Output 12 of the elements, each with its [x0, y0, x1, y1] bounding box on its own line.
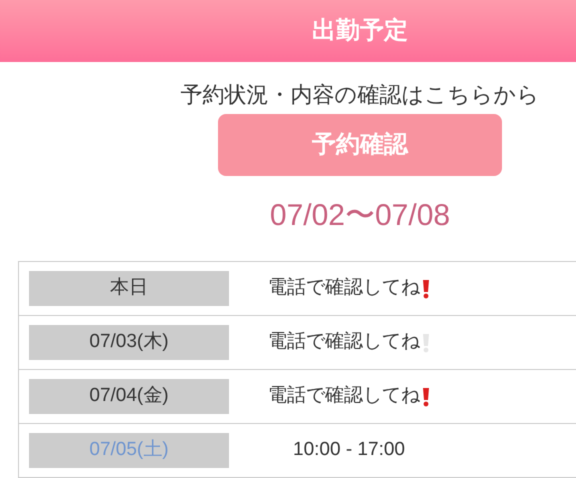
reservation-button[interactable]: 予約確認: [218, 114, 502, 176]
status-text: 電話で確認してね: [268, 384, 420, 408]
date-range: 07/02〜07/08: [270, 198, 450, 234]
date-cell: 07/04(金): [29, 379, 229, 414]
date-cell: 本日: [29, 271, 229, 306]
status-text: 電話で確認してね: [268, 330, 420, 354]
date-cell: 07/03(木): [29, 325, 229, 360]
date-cell: 07/05(土): [29, 433, 229, 468]
status-text: 10:00 - 17:00: [293, 438, 405, 462]
page-title: 出勤予定: [312, 16, 408, 46]
reservation-note: 予約状況・内容の確認はこちらから: [180, 81, 540, 109]
status-text: 電話で確認してね: [268, 276, 420, 300]
